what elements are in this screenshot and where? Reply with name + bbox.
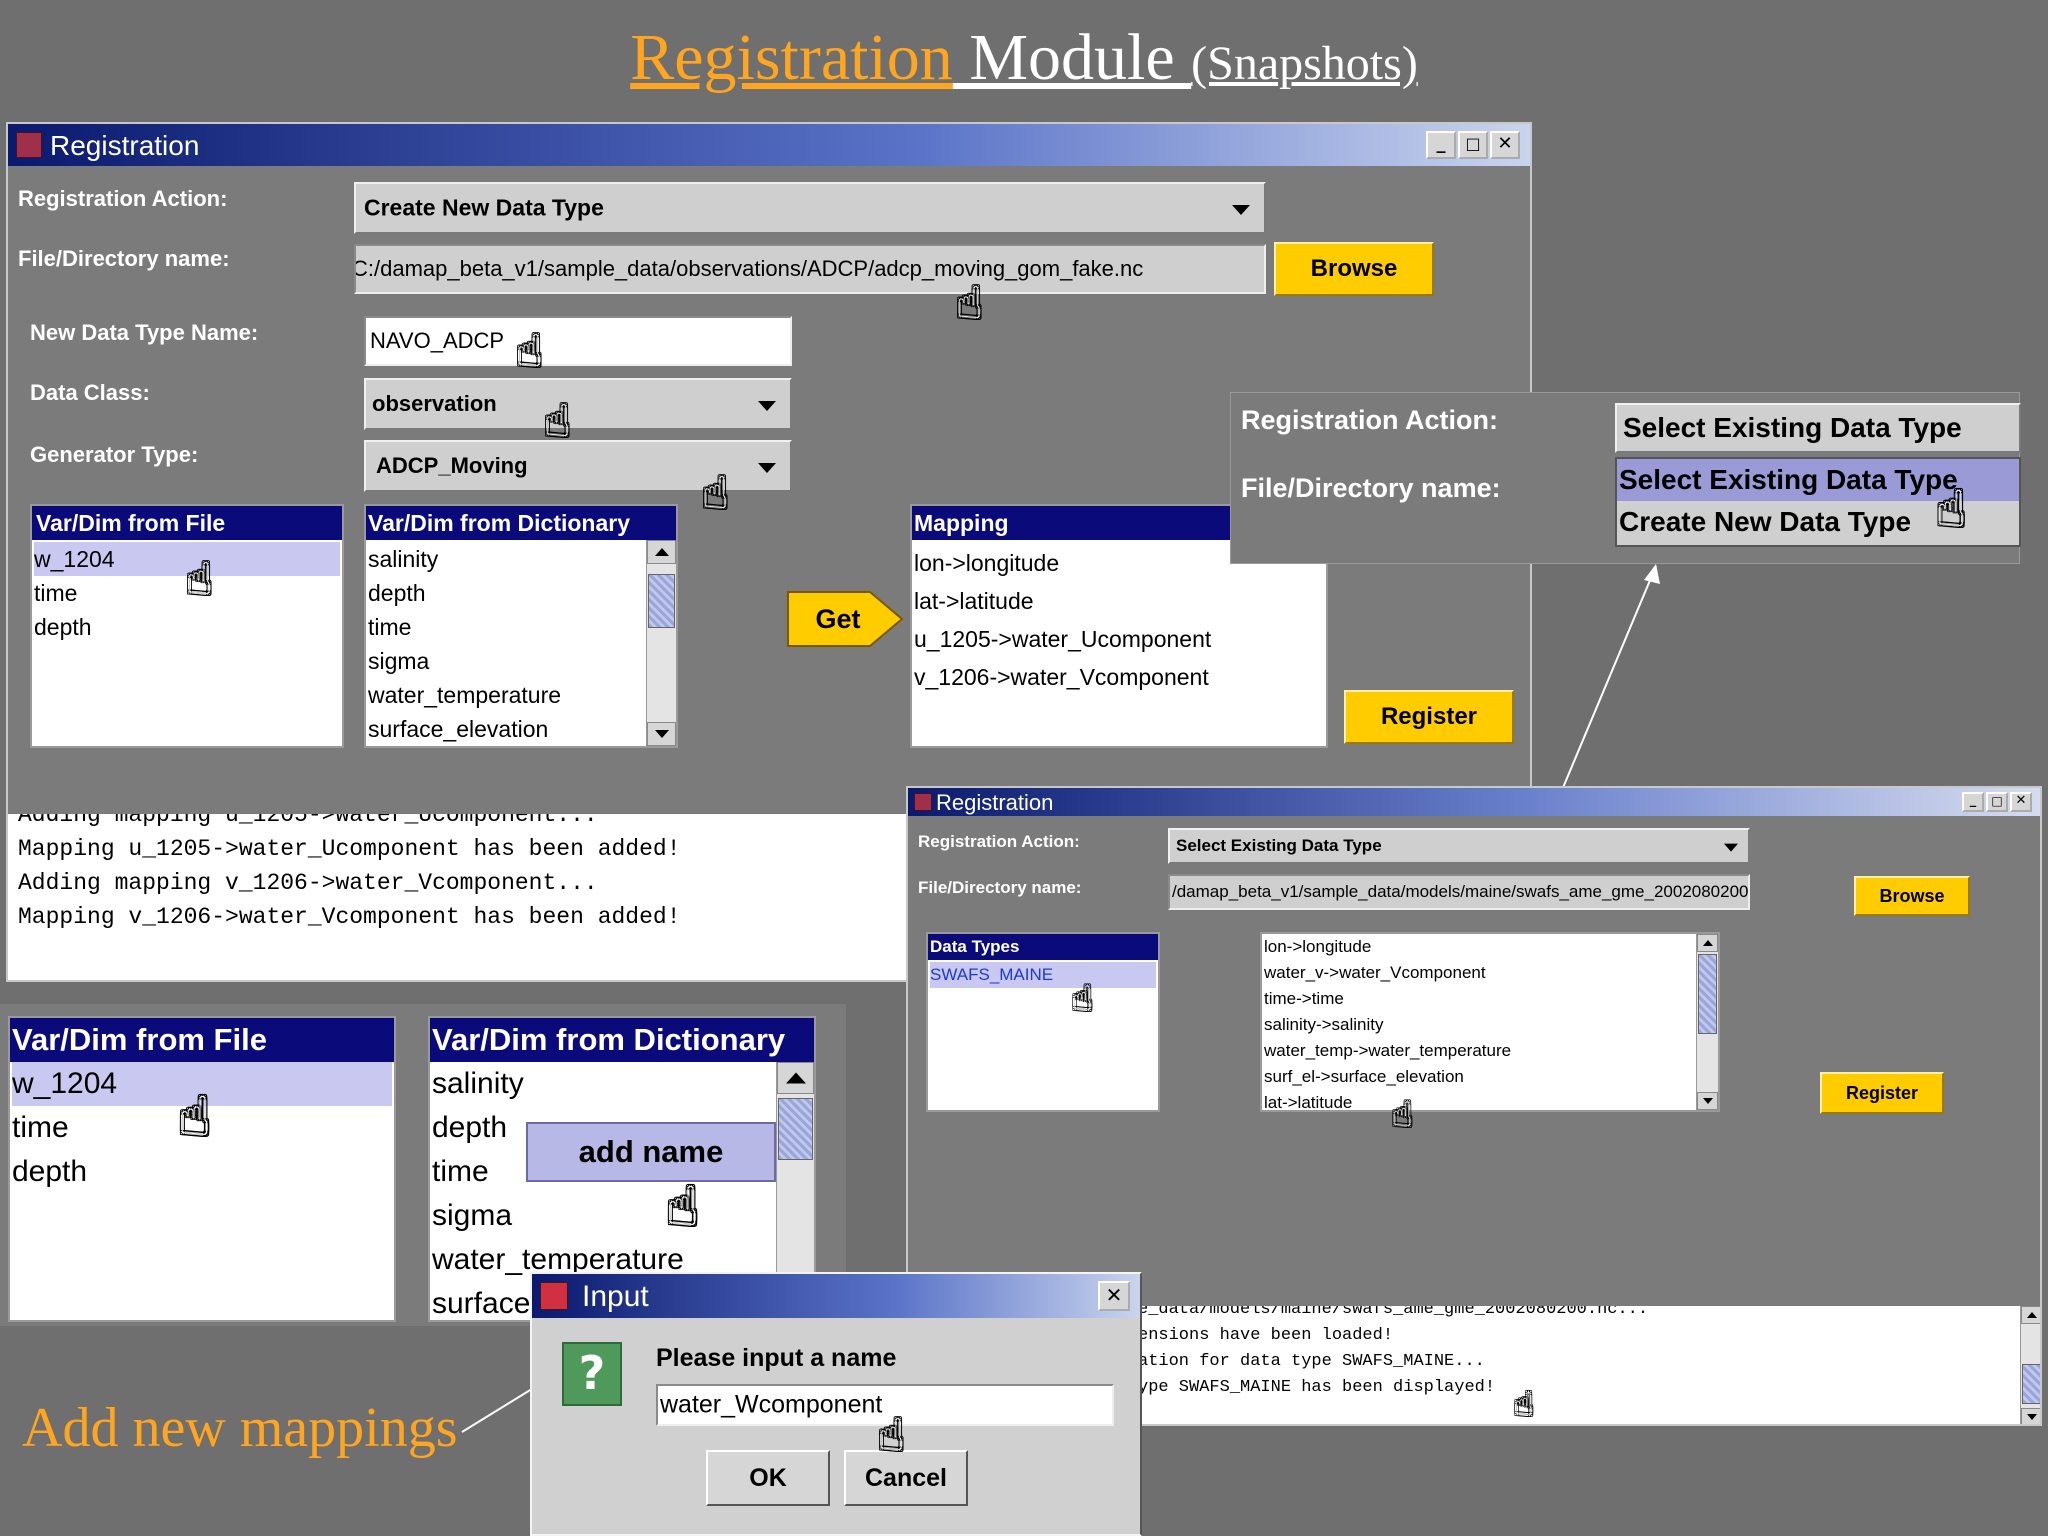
zoom-file-var-header: Var/Dim from File bbox=[10, 1018, 394, 1062]
input-dialog: Input ✕ ? Please input a name water_Wcom… bbox=[530, 1272, 1142, 1536]
second-register-button[interactable]: Register bbox=[1820, 1072, 1944, 1114]
list-item[interactable]: salinity bbox=[432, 1062, 772, 1106]
chevron-down-icon bbox=[1724, 843, 1738, 852]
minimize-button[interactable]: _ bbox=[1962, 792, 1984, 812]
hand-cursor-icon: ☝ bbox=[178, 1085, 211, 1148]
arrow-up-icon bbox=[1702, 940, 1713, 946]
arrow-up-icon bbox=[2026, 1312, 2037, 1318]
input-dialog-titlebar: Input ✕ bbox=[532, 1274, 1140, 1318]
list-item[interactable]: lon->longitude bbox=[1264, 934, 1692, 960]
arrow-down-icon bbox=[1702, 1098, 1713, 1104]
scroll-up-arrow[interactable] bbox=[777, 1062, 814, 1094]
ok-button[interactable]: OK bbox=[706, 1450, 830, 1506]
zoom-file-var-list[interactable]: Var/Dim from File w_1204 time depth bbox=[8, 1016, 396, 1322]
add-name-menu-item[interactable]: add name bbox=[526, 1122, 776, 1182]
second-reg-action-label: Registration Action: bbox=[918, 832, 1080, 851]
log-line: ensions have been loaded! bbox=[1138, 1326, 1394, 1345]
second-reg-action-combo[interactable]: Select Existing Data Type bbox=[1168, 828, 1750, 864]
scroll-up-arrow[interactable] bbox=[2021, 1306, 2040, 1324]
scroll-up-arrow[interactable] bbox=[1697, 934, 1718, 952]
hand-cursor-icon: ☝ bbox=[1072, 979, 1093, 1019]
close-button[interactable]: ✕ bbox=[1098, 1281, 1130, 1311]
scroll-thumb[interactable] bbox=[778, 1098, 813, 1160]
app-icon bbox=[540, 1282, 568, 1310]
list-item[interactable]: SWAFS_MAINE bbox=[930, 962, 1156, 988]
list-item[interactable]: water_v->water_Vcomponent bbox=[1264, 960, 1692, 986]
list-item[interactable]: time->time bbox=[1264, 986, 1692, 1012]
maximize-button[interactable]: □ bbox=[1986, 792, 2008, 812]
scroll-thumb[interactable] bbox=[1698, 954, 1717, 1034]
data-types-header: Data Types bbox=[928, 934, 1158, 960]
second-log-scrollbar[interactable] bbox=[2020, 1306, 2040, 1424]
hand-cursor-icon: ☝ bbox=[878, 1410, 905, 1461]
second-browse-button[interactable]: Browse bbox=[1854, 876, 1970, 916]
app-icon bbox=[914, 793, 932, 811]
scroll-thumb[interactable] bbox=[2022, 1364, 2040, 1404]
caption-add-mappings: Add new mappings bbox=[22, 1397, 458, 1459]
input-dialog-title: Input bbox=[582, 1280, 649, 1313]
question-icon: ? bbox=[562, 1342, 622, 1406]
list-item[interactable]: salinity->salinity bbox=[1264, 1012, 1692, 1038]
scroll-down-arrow[interactable] bbox=[2021, 1408, 2040, 1424]
hand-cursor-icon: ☝ bbox=[666, 1175, 699, 1238]
input-prompt: Please input a name bbox=[656, 1344, 897, 1372]
log-line: ation for data type SWAFS_MAINE... bbox=[1138, 1352, 1485, 1371]
list-item[interactable]: sigma bbox=[432, 1194, 772, 1238]
scroll-down-arrow[interactable] bbox=[1697, 1092, 1718, 1110]
second-window-titlebar: Registration _ □ ✕ bbox=[908, 788, 2040, 816]
hand-cursor-icon: ☝ bbox=[1392, 1095, 1413, 1135]
second-mapping-list[interactable]: lon->longitude water_v->water_Vcomponent… bbox=[1260, 932, 1720, 1112]
arrow-down-icon bbox=[2026, 1414, 2037, 1420]
second-file-dir-label: File/Directory name: bbox=[918, 878, 1082, 897]
log-line: e_data/models/maine/swafs_ame_gme_200208… bbox=[1138, 1306, 1649, 1319]
second-file-dir-field[interactable]: /damap_beta_v1/sample_data/models/maine/… bbox=[1168, 874, 1750, 910]
list-item[interactable]: lat->latitude bbox=[1264, 1090, 1692, 1110]
caption-pointer-line bbox=[461, 1383, 541, 1433]
list-item[interactable]: water_temp->water_temperature bbox=[1264, 1038, 1692, 1064]
log-line: ype SWAFS_MAINE has been displayed! bbox=[1138, 1378, 1496, 1397]
list-item[interactable]: depth bbox=[12, 1150, 392, 1194]
hand-cursor-icon: ☝ bbox=[1514, 1385, 1534, 1423]
cancel-button[interactable]: Cancel bbox=[844, 1450, 968, 1506]
second-window-title: Registration bbox=[936, 790, 1054, 815]
connector-arrowhead bbox=[1644, 564, 1660, 584]
mapping-scrollbar[interactable] bbox=[1696, 934, 1718, 1110]
data-types-list[interactable]: Data Types SWAFS_MAINE bbox=[926, 932, 1160, 1112]
zoom-dict-var-header: Var/Dim from Dictionary bbox=[430, 1018, 814, 1062]
arrow-up-icon bbox=[785, 1072, 806, 1084]
list-item[interactable]: surf_el->surface_elevation bbox=[1264, 1064, 1692, 1090]
close-button[interactable]: ✕ bbox=[2010, 792, 2032, 812]
